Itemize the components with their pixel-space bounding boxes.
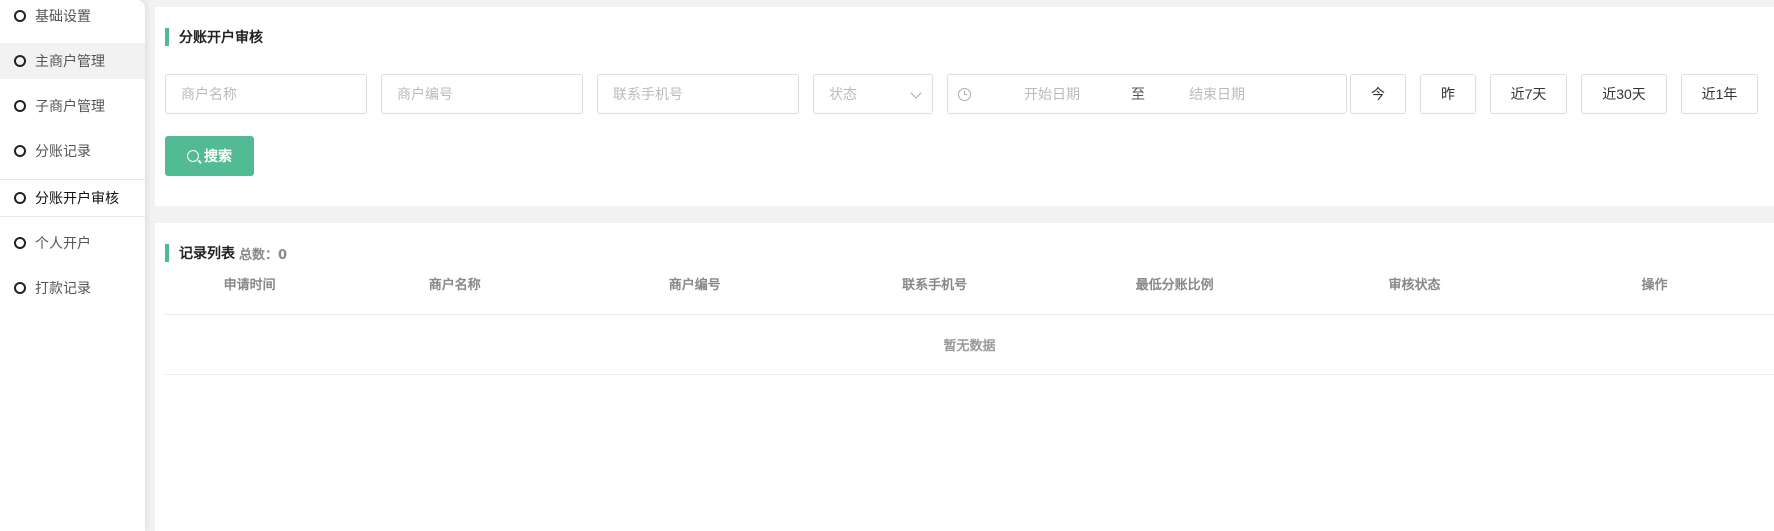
sidebar-item-label: 打款记录: [35, 281, 91, 297]
sidebar-item-basic-settings[interactable]: 基础设置: [0, 0, 145, 34]
date-range-separator: 至: [1131, 86, 1145, 102]
sidebar: 基础设置 主商户管理 子商户管理 分账记录 分账开户审核 个人开户 打款记录: [0, 0, 145, 531]
circle-icon: [14, 237, 26, 249]
sidebar-item-label: 个人开户: [35, 236, 91, 252]
table-header: 申请时间 商户名称 商户编号 联系手机号 最低分账比例 审核状态 操作: [165, 253, 1774, 315]
sidebar-item-main-merchant[interactable]: 主商户管理: [0, 43, 145, 79]
date-start-input[interactable]: 开始日期: [1024, 84, 1080, 104]
quick-last30-button[interactable]: 近30天: [1581, 74, 1667, 114]
sidebar-item-label: 分账记录: [35, 144, 91, 160]
merchant-no-field[interactable]: [381, 74, 583, 114]
column-header-merchant-name: 商户名称: [428, 277, 481, 292]
status-select[interactable]: 状态: [813, 74, 933, 114]
filter-title-text: 分账开户审核: [179, 30, 263, 46]
circle-icon: [14, 192, 26, 204]
column-header-apply-time: 申请时间: [223, 277, 276, 292]
sidebar-item-label: 分账开户审核: [35, 191, 119, 207]
filter-panel: 分账开户审核 状态 开始日期 至 结束日期 今 昨 近7天 近30天 近1年 搜…: [155, 7, 1774, 206]
search-icon: [187, 150, 199, 162]
circle-icon: [14, 100, 26, 112]
sidebar-item-split-records[interactable]: 分账记录: [0, 133, 145, 169]
filter-section-title: 分账开户审核: [165, 28, 263, 46]
column-header-actions: 操作: [1641, 277, 1668, 292]
status-select-placeholder: 状态: [829, 86, 857, 102]
circle-icon: [14, 55, 26, 67]
column-header-review-status: 审核状态: [1388, 277, 1441, 292]
sidebar-item-label: 子商户管理: [35, 99, 105, 115]
records-table: 申请时间 商户名称 商户编号 联系手机号 最低分账比例 审核状态 操作 暂无数据: [165, 253, 1774, 375]
phone-input[interactable]: [613, 86, 798, 102]
clock-icon: [958, 87, 971, 101]
circle-icon: [14, 10, 26, 22]
sidebar-item-account-review[interactable]: 分账开户审核: [0, 179, 145, 217]
search-button-label: 搜索: [204, 148, 232, 164]
circle-icon: [14, 282, 26, 294]
quick-last-year-button[interactable]: 近1年: [1681, 74, 1758, 114]
app: 基础设置 主商户管理 子商户管理 分账记录 分账开户审核 个人开户 打款记录 分…: [0, 0, 1774, 531]
column-header-phone: 联系手机号: [902, 277, 968, 292]
sidebar-item-personal-account[interactable]: 个人开户: [0, 225, 145, 261]
column-header-min-split-ratio: 最低分账比例: [1135, 277, 1214, 292]
sidebar-item-label: 主商户管理: [35, 54, 105, 70]
phone-field[interactable]: [597, 74, 799, 114]
chevron-down-icon: [910, 87, 922, 99]
circle-icon: [14, 145, 26, 157]
empty-state: 暂无数据: [165, 315, 1774, 375]
sidebar-item-label: 基础设置: [35, 9, 91, 25]
quick-last7-button[interactable]: 近7天: [1490, 74, 1567, 114]
quick-today-button[interactable]: 今: [1350, 74, 1406, 114]
date-end-input[interactable]: 结束日期: [1189, 84, 1245, 104]
date-range-picker[interactable]: 开始日期 至 结束日期: [947, 74, 1347, 114]
sidebar-item-sub-merchant[interactable]: 子商户管理: [0, 88, 145, 124]
search-button[interactable]: 搜索: [165, 136, 254, 176]
list-panel: 记录列表 总数：0 申请时间 商户名称 商户编号 联系手机号 最低分账比例 审核…: [155, 223, 1774, 531]
merchant-no-input[interactable]: [397, 86, 582, 102]
merchant-name-field[interactable]: [165, 74, 367, 114]
quick-yesterday-button[interactable]: 昨: [1420, 74, 1476, 114]
merchant-name-input[interactable]: [181, 86, 366, 102]
sidebar-item-payment-records[interactable]: 打款记录: [0, 270, 145, 306]
column-header-merchant-no: 商户编号: [668, 277, 721, 292]
